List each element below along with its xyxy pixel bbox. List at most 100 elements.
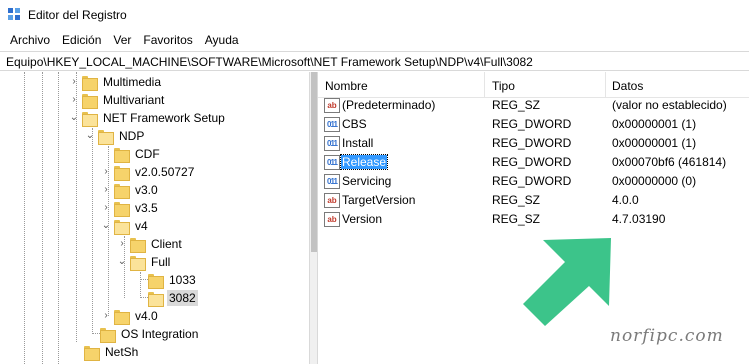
folder-icon <box>130 237 146 253</box>
menu-archivo[interactable]: Archivo <box>4 30 56 50</box>
tree-item-label: Multimedia <box>103 75 162 89</box>
value-row-selected[interactable]: 011 Release REG_DWORD 0x00070bf6 (461814… <box>318 153 749 172</box>
annotation-arrow-icon <box>523 238 611 326</box>
value-row[interactable]: ab TargetVersion REG_SZ 4.0.0 <box>318 191 749 210</box>
tree-item-label: v4 <box>135 219 148 233</box>
value-name: (Predeterminado) <box>342 98 436 112</box>
folder-icon <box>82 93 98 109</box>
tree-item-os-integration[interactable]: OS Integration <box>100 325 200 343</box>
chevron-down-icon[interactable]: ⌄ <box>116 253 128 271</box>
menu-ayuda[interactable]: Ayuda <box>199 30 245 50</box>
column-header-name[interactable]: Nombre <box>325 79 368 93</box>
tree-item-full[interactable]: ⌄ Full <box>116 253 172 271</box>
value-name: TargetVersion <box>342 193 416 207</box>
tree-item-label: v4.0 <box>135 309 158 323</box>
tree-item-v3-0[interactable]: › v3.0 <box>100 181 160 199</box>
menu-edicion[interactable]: Edición <box>56 30 107 50</box>
column-header-data[interactable]: Datos <box>612 79 643 93</box>
value-name: CBS <box>342 117 367 131</box>
value-row[interactable]: 011 CBS REG_DWORD 0x00000001 (1) <box>318 115 749 134</box>
column-header-type[interactable]: Tipo <box>492 79 515 93</box>
menu-bar: Archivo Edición Ver Favoritos Ayuda <box>0 30 749 50</box>
value-name: Release <box>339 154 389 170</box>
tree-item-v3-5[interactable]: › v3.5 <box>100 199 160 217</box>
value-row[interactable]: ab Version REG_SZ 4.7.03190 <box>318 210 749 229</box>
value-row[interactable]: 011 Servicing REG_DWORD 0x00000000 (0) <box>318 172 749 191</box>
tree-item-1033[interactable]: 1033 <box>148 271 198 289</box>
tree-item-label: Full <box>151 255 171 269</box>
tree-item-netsh[interactable]: NetSh <box>84 343 140 361</box>
folder-open-icon <box>148 291 164 307</box>
tree-item-label: v2.0.50727 <box>135 165 195 179</box>
tree-scrollbar[interactable] <box>309 72 318 364</box>
tree-item-label: v3.0 <box>135 183 158 197</box>
value-row[interactable]: ab (Predeterminado) REG_SZ (valor no est… <box>318 96 749 115</box>
chevron-right-icon[interactable]: › <box>68 73 80 91</box>
scrollbar-thumb[interactable] <box>311 72 317 252</box>
chevron-right-icon[interactable]: › <box>68 91 80 109</box>
string-value-icon: ab <box>324 193 340 208</box>
tree-item-net-framework-setup[interactable]: ⌄ NET Framework Setup <box>68 109 227 127</box>
tree-item-label: NET Framework Setup <box>103 111 225 125</box>
menu-ver[interactable]: Ver <box>107 30 137 50</box>
value-data: (valor no establecido) <box>612 98 727 112</box>
string-value-icon: ab <box>324 212 340 227</box>
chevron-right-icon[interactable]: › <box>100 199 112 217</box>
tree-item-3082[interactable]: 3082 <box>148 289 198 307</box>
value-name: Version <box>342 212 383 226</box>
value-type: REG_SZ <box>492 98 541 112</box>
string-value-icon: ab <box>324 98 340 113</box>
watermark: norfipc.com <box>610 326 724 346</box>
value-data: 0x00000000 (0) <box>612 174 697 188</box>
registry-key-tree[interactable]: › Multimedia › Multivariant ⌄ NET Framew… <box>0 72 309 364</box>
column-divider[interactable] <box>484 72 485 98</box>
folder-icon <box>114 183 130 199</box>
chevron-down-icon[interactable]: ⌄ <box>84 127 96 145</box>
chevron-down-icon[interactable]: ⌄ <box>100 217 112 235</box>
tree-item-v4-0[interactable]: › v4.0 <box>100 307 160 325</box>
value-type: REG_DWORD <box>492 155 572 169</box>
folder-icon <box>82 75 98 91</box>
menu-favoritos[interactable]: Favoritos <box>137 30 198 50</box>
chevron-right-icon[interactable]: › <box>100 163 112 181</box>
tree-item-label: v3.5 <box>135 201 158 215</box>
window-title: Editor del Registro <box>28 8 127 22</box>
folder-open-icon <box>98 129 114 145</box>
address-path[interactable]: Equipo\HKEY_LOCAL_MACHINE\SOFTWARE\Micro… <box>6 55 533 69</box>
tree-item-label: CDF <box>135 147 160 161</box>
tree-item-label: Client <box>151 237 182 251</box>
registry-editor-icon <box>8 8 21 21</box>
folder-open-icon <box>114 219 130 235</box>
value-row[interactable]: 011 Install REG_DWORD 0x00000001 (1) <box>318 134 749 153</box>
value-type: REG_DWORD <box>492 136 572 150</box>
folder-icon <box>148 273 164 289</box>
column-divider[interactable] <box>605 72 606 98</box>
folder-icon <box>114 309 130 325</box>
chevron-right-icon[interactable]: › <box>100 181 112 199</box>
tree-item-client[interactable]: › Client <box>116 235 184 253</box>
tree-item-multimedia[interactable]: › Multimedia <box>68 73 163 91</box>
tree-item-v2-0-50727[interactable]: › v2.0.50727 <box>100 163 196 181</box>
folder-icon <box>100 327 116 343</box>
value-type: REG_SZ <box>492 212 541 226</box>
value-name: Install <box>342 136 374 150</box>
value-data: 0x00070bf6 (461814) <box>612 155 727 169</box>
chevron-right-icon[interactable]: › <box>100 307 112 325</box>
tree-item-ndp[interactable]: ⌄ NDP <box>84 127 146 145</box>
tree-item-cdf[interactable]: CDF <box>100 145 162 163</box>
chevron-right-icon[interactable]: › <box>116 235 128 253</box>
dword-value-icon: 011 <box>324 117 340 132</box>
address-bar[interactable]: Equipo\HKEY_LOCAL_MACHINE\SOFTWARE\Micro… <box>0 51 749 71</box>
value-data: 4.7.03190 <box>612 212 666 226</box>
value-data: 0x00000001 (1) <box>612 136 697 150</box>
tree-item-v4[interactable]: ⌄ v4 <box>100 217 150 235</box>
tree-item-multivariant[interactable]: › Multivariant <box>68 91 166 109</box>
value-data: 0x00000001 (1) <box>612 117 697 131</box>
dword-value-icon: 011 <box>324 136 340 151</box>
chevron-down-icon[interactable]: ⌄ <box>68 109 80 127</box>
folder-open-icon <box>130 255 146 271</box>
value-name: Servicing <box>342 174 392 188</box>
tree-item-label: 3082 <box>167 290 198 306</box>
tree-item-label: NetSh <box>105 345 139 359</box>
